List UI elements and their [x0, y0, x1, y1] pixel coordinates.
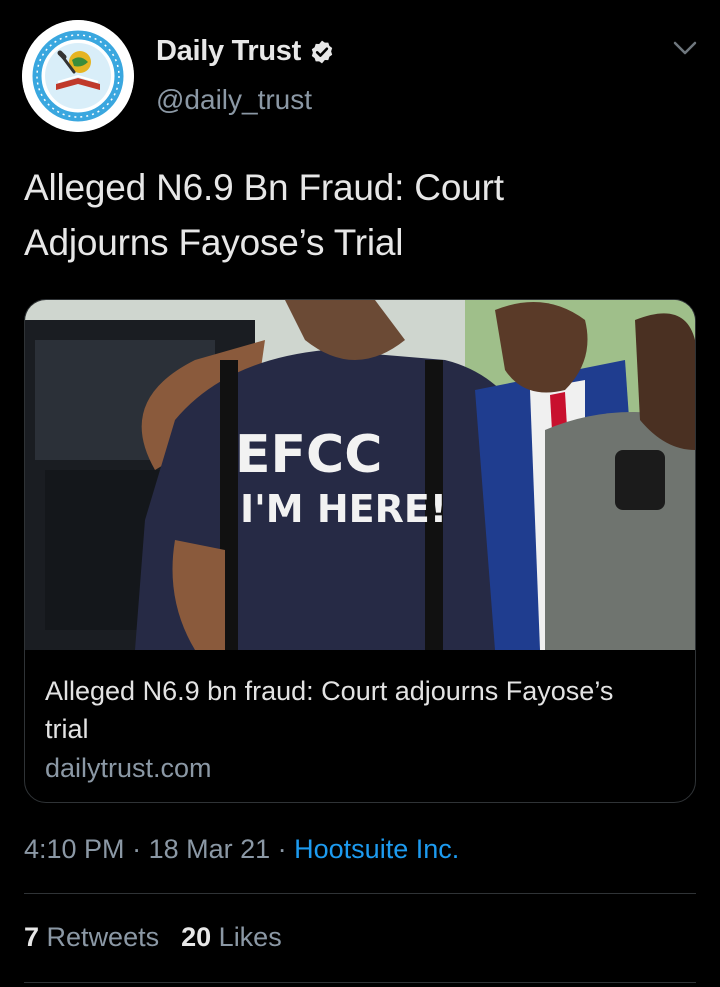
avatar[interactable] [22, 20, 134, 132]
svg-text:I'M HERE!: I'M HERE! [240, 487, 447, 531]
card-title-line: Alleged N6.9 bn fraud: Court adjourns Fa… [45, 676, 614, 706]
card-domain: dailytrust.com [45, 753, 212, 783]
tweet-date[interactable]: 18 Mar 21 [149, 834, 271, 864]
likes-label: Likes [218, 922, 282, 952]
tweet-time[interactable]: 4:10 PM [24, 834, 125, 864]
author-name[interactable]: Daily Trust [156, 35, 301, 68]
meta-separator: · [270, 834, 295, 864]
tweet-meta: 4:10 PM · 18 Mar 21 · Hootsuite Inc. [24, 834, 459, 865]
divider [24, 893, 696, 894]
card-image-label: EFCC [235, 425, 382, 485]
tweet-text-line: Adjourns Fayose’s Trial [24, 222, 404, 263]
link-preview-card[interactable]: EFCC I'M HERE! Alleged N6.9 bn fraud: Co… [24, 299, 696, 803]
divider [24, 982, 696, 983]
likes-stat[interactable]: 20 Likes [181, 922, 282, 953]
tweet-text: Alleged N6.9 Bn Fraud: Court Adjourns Fa… [24, 160, 684, 270]
tweet-stats: 7 Retweets 20 Likes [24, 922, 282, 953]
card-title-line: trial [45, 714, 89, 744]
meta-separator: · [124, 834, 149, 864]
verified-badge-icon [311, 40, 333, 63]
author-row[interactable]: Daily Trust [156, 35, 335, 68]
tweet-text-line: Alleged N6.9 Bn Fraud: Court [24, 167, 504, 208]
card-image[interactable]: EFCC I'M HERE! [25, 300, 695, 650]
retweets-label: Retweets [46, 922, 160, 952]
chevron-down-icon[interactable] [672, 38, 698, 58]
likes-count: 20 [181, 922, 212, 952]
daily-trust-logo-icon [22, 20, 134, 132]
card-title[interactable]: Alleged N6.9 bn fraud: Court adjourns Fa… [45, 672, 675, 748]
author-handle[interactable]: @daily_trust [156, 84, 312, 116]
retweets-count: 7 [24, 922, 40, 952]
tweet-source-link[interactable]: Hootsuite Inc. [294, 834, 459, 864]
retweets-stat[interactable]: 7 Retweets [24, 922, 159, 953]
